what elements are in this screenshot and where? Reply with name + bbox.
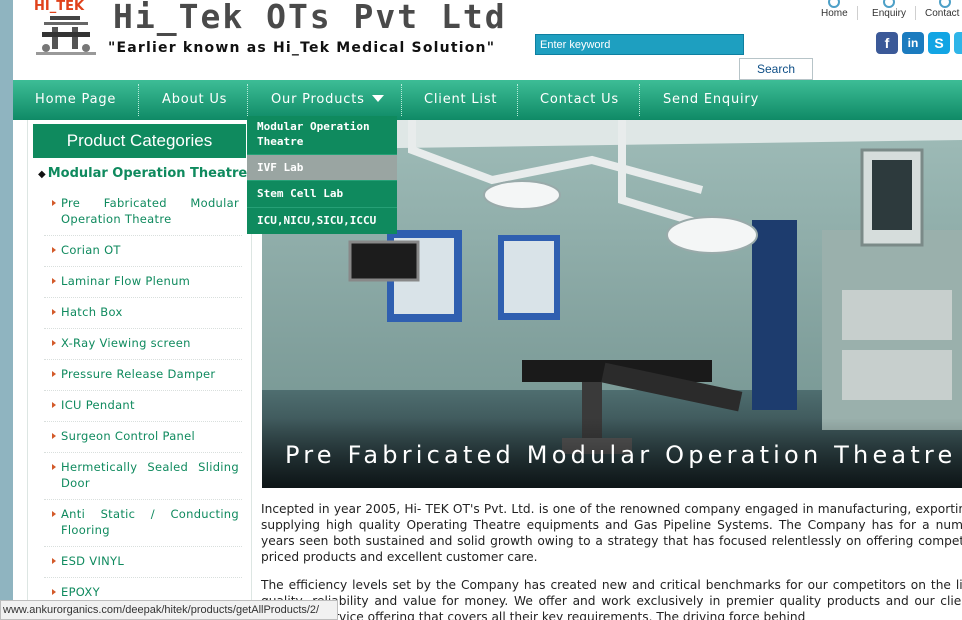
products-dropdown: Modular Operation Theatre IVF Lab Stem C… [247,116,397,234]
divider [138,84,139,116]
divider [44,546,242,547]
dropdown-item-modular-operation-theatre[interactable]: Modular Operation Theatre [247,116,397,154]
linkedin-icon[interactable]: in [902,32,924,54]
diamond-bullet-icon: ◆ [38,169,46,180]
arrow-bullet-icon [52,247,56,253]
divider [247,84,248,116]
dropdown-item-stem-cell-lab[interactable]: Stem Cell Lab [247,180,397,207]
nav-about-us[interactable]: About Us [162,80,227,120]
arrow-bullet-icon [52,200,56,206]
site-tagline: "Earlier known as Hi_Tek Medical Solutio… [108,40,496,56]
divider [44,297,242,298]
nav-our-products[interactable]: Our Products [271,80,384,120]
arrow-bullet-icon [52,589,56,595]
sidebar-item[interactable]: ESD VINYL [52,553,239,569]
dropdown-item-icu[interactable]: ICU,NICU,SICU,ICCU [247,207,397,234]
divider [44,452,242,453]
divider [44,359,242,360]
arrow-bullet-icon [52,309,56,315]
sidebar-item[interactable]: Surgeon Control Panel [52,428,239,444]
sidebar-main-category[interactable]: ◆ Modular Operation Theatre [38,166,247,181]
company-logo[interactable]: HI_TEK [30,0,102,58]
banner-caption: Pre Fabricated Modular Operation Theatre [285,441,957,469]
sidebar-header: Product Categories [33,124,246,158]
top-link-enquiry[interactable]: Enquiry [870,0,908,19]
arrow-bullet-icon [52,464,56,470]
arrow-bullet-icon [52,371,56,377]
arrow-bullet-icon [52,278,56,284]
dropdown-item-ivf-lab[interactable]: IVF Lab [247,154,397,180]
divider [517,84,518,116]
sidebar-item[interactable]: X-Ray Viewing screen [52,335,239,351]
divider [857,6,858,20]
contact-icon [939,0,951,8]
divider [44,421,242,422]
svg-text:HI_TEK: HI_TEK [34,0,85,14]
top-link-home[interactable]: Home [821,0,848,19]
sidebar-item[interactable]: Pressure Release Damper [52,366,239,382]
main-nav: Home Page About Us Our Products Client L… [13,80,962,120]
chevron-down-icon [371,95,384,102]
sidebar-item[interactable]: Hermetically Sealed Sliding Door [52,459,239,491]
sidebar-item[interactable]: Laminar Flow Plenum [52,273,239,289]
enquiry-icon [883,0,895,8]
nav-client-list[interactable]: Client List [424,80,497,120]
divider [639,84,640,116]
divider [44,390,242,391]
sidebar-item[interactable]: Hatch Box [52,304,239,320]
divider [44,328,242,329]
efficiency-paragraph: The efficiency levels set by the Company… [261,578,962,620]
browser-status-bar: www.ankurorganics.com/deepak/hitek/produ… [0,600,338,620]
sidebar-item[interactable]: ICU Pendant [52,397,239,413]
twitter-icon[interactable] [954,32,962,54]
sidebar-main-category-label: Modular Operation Theatre [47,166,248,181]
nav-home-page[interactable]: Home Page [35,80,116,120]
sidebar-item[interactable]: Anti Static / Conducting Flooring [52,506,239,538]
skype-icon[interactable]: S [928,32,950,54]
arrow-bullet-icon [52,433,56,439]
sidebar-item[interactable]: Pre Fabricated Modular Operation Theatre [52,195,239,227]
sidebar-item[interactable]: EPOXY [52,584,239,600]
nav-send-enquiry[interactable]: Send Enquiry [663,80,759,120]
home-icon [828,0,840,8]
arrow-bullet-icon [52,511,56,517]
arrow-bullet-icon [52,340,56,346]
page-left-border [0,0,13,620]
divider [44,266,242,267]
divider [915,6,916,20]
site-title: Hi_Tek OTs Pvt Ltd [113,0,507,36]
divider [401,84,402,116]
sidebar-item[interactable]: Corian OT [52,242,239,258]
divider [44,499,242,500]
nav-our-products-label: Our Products [271,92,365,107]
nav-contact-us[interactable]: Contact Us [540,80,619,120]
search-button[interactable]: Search [739,58,813,80]
divider [44,577,242,578]
arrow-bullet-icon [52,402,56,408]
intro-paragraph: Incepted in year 2005, Hi- TEK OT's Pvt.… [261,502,962,564]
facebook-icon[interactable]: f [876,32,898,54]
divider [44,235,242,236]
search-input[interactable] [535,34,744,55]
top-link-contact[interactable]: Contact [925,0,962,19]
arrow-bullet-icon [52,558,56,564]
